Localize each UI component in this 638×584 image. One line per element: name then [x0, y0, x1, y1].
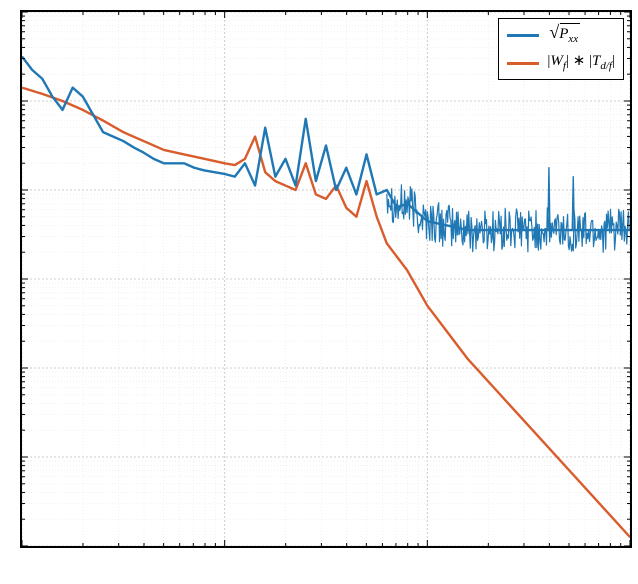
legend-item-2: |Wf| ∗ |Td/f|: [503, 50, 619, 77]
legend-label-1: √Pxx: [547, 21, 578, 50]
legend: √Pxx |Wf| ∗ |Td/f|: [498, 18, 624, 80]
chart-container: √Pxx |Wf| ∗ |Td/f|: [0, 0, 638, 584]
legend-item-1: √Pxx: [503, 21, 619, 50]
chart-svg: [22, 12, 630, 546]
legend-swatch-1: [507, 34, 539, 37]
legend-swatch-2: [507, 62, 539, 65]
plot-area: √Pxx |Wf| ∗ |Td/f|: [20, 10, 632, 548]
legend-label-2: |Wf| ∗ |Td/f|: [547, 50, 615, 77]
